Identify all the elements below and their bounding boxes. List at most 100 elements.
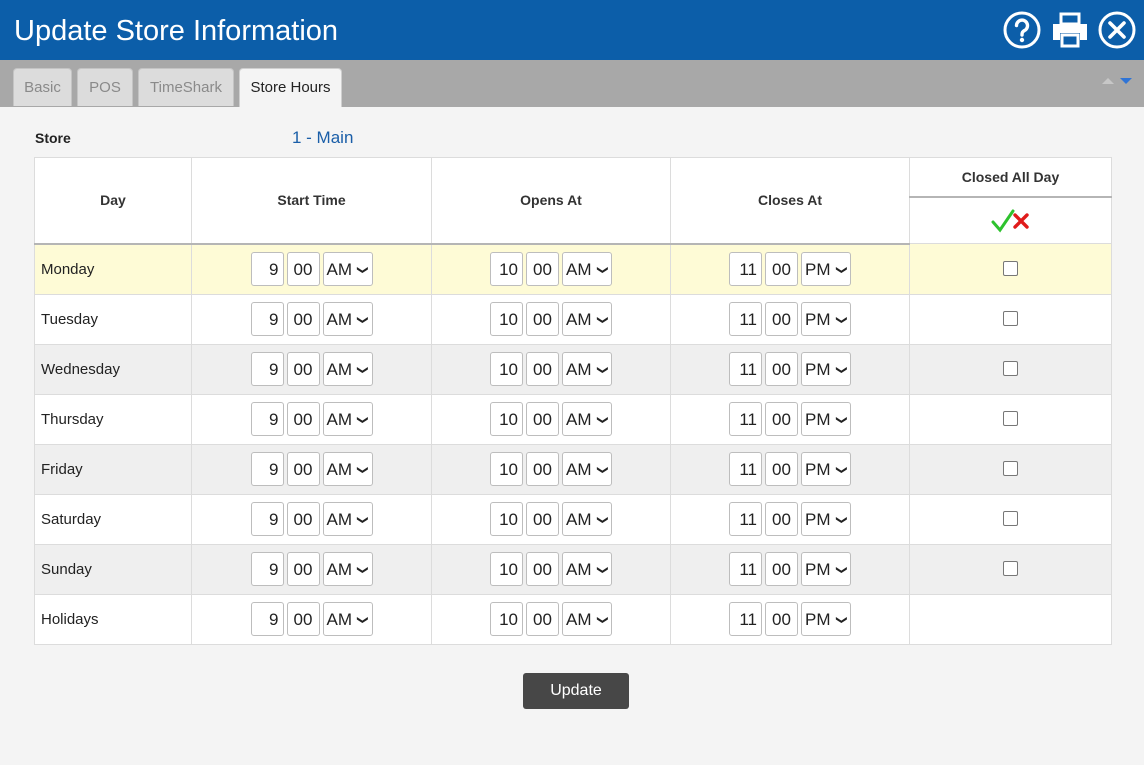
closes-ampm-select[interactable]: PM ❯ (801, 502, 851, 536)
start-minute-input[interactable]: 00 (286, 302, 320, 336)
start-hour-input[interactable]: 9 (250, 552, 284, 586)
clear-all-icon[interactable] (1011, 211, 1031, 231)
closes-minute-input[interactable]: 00 (765, 602, 798, 636)
tab-basic[interactable]: Basic (13, 68, 72, 106)
opens-hour-input[interactable]: 10 (490, 302, 523, 336)
closes-minute-input[interactable]: 00 (765, 252, 798, 286)
opens-hour-input[interactable]: 10 (490, 402, 523, 436)
start-hour-input[interactable]: 9 (250, 602, 284, 636)
closes-ampm-select[interactable]: PM ❯ (801, 602, 851, 636)
closes-minute-input[interactable]: 00 (765, 352, 798, 386)
closed-all-day-checkbox[interactable] (1003, 411, 1018, 427)
closes-ampm-select[interactable]: PM ❯ (801, 452, 851, 486)
start-hour-input[interactable]: 9 (250, 352, 284, 386)
opens-ampm-select[interactable]: AM ❯ (562, 402, 612, 436)
opens-minute-input[interactable]: 00 (526, 502, 559, 536)
start-hour-input[interactable]: 9 (250, 502, 284, 536)
opens-minute-input[interactable]: 00 (526, 302, 559, 336)
start-hour-input[interactable]: 9 (250, 252, 284, 286)
closes-minute-input[interactable]: 00 (765, 302, 798, 336)
closes-ampm-select[interactable]: PM ❯ (801, 552, 851, 586)
opens-hour-input[interactable]: 10 (490, 352, 523, 386)
chevron-down-icon: ❯ (356, 565, 369, 575)
closes-time-cell: 11 00 PM ❯ (670, 243, 910, 295)
closes-hour-input[interactable]: 11 (729, 502, 762, 536)
header-start-time: Start Time (191, 157, 432, 245)
tab-scroll-arrows[interactable] (1100, 74, 1136, 86)
closed-all-day-checkbox[interactable] (1003, 461, 1018, 477)
start-ampm-select[interactable]: AM ❯ (322, 602, 373, 636)
closes-minute-input[interactable]: 00 (765, 452, 798, 486)
chevron-down-icon: ❯ (356, 515, 369, 525)
start-hour-input[interactable]: 9 (250, 452, 284, 486)
closes-hour-input[interactable]: 11 (729, 302, 762, 336)
close-circle-icon[interactable] (1097, 10, 1137, 50)
opens-hour-input[interactable]: 10 (490, 552, 523, 586)
printer-icon[interactable] (1050, 10, 1090, 50)
start-minute-input[interactable]: 00 (286, 452, 320, 486)
opens-minute-input[interactable]: 00 (526, 252, 559, 286)
opens-ampm-select[interactable]: AM ❯ (562, 302, 612, 336)
opens-minute-input[interactable]: 00 (526, 552, 559, 586)
closes-hour-input[interactable]: 11 (729, 352, 762, 386)
closed-all-day-checkbox[interactable] (1003, 261, 1018, 277)
closed-all-day-checkbox[interactable] (1003, 311, 1018, 327)
closes-minute-input[interactable]: 00 (765, 402, 798, 436)
closes-hour-input[interactable]: 11 (729, 552, 762, 586)
day-cell: Holidays (34, 593, 192, 645)
opens-ampm-select[interactable]: AM ❯ (562, 552, 612, 586)
closed-all-day-checkbox[interactable] (1003, 511, 1018, 527)
opens-ampm-select[interactable]: AM ❯ (562, 352, 612, 386)
update-button[interactable]: Update (523, 673, 629, 709)
opens-hour-input[interactable]: 10 (490, 252, 523, 286)
closes-ampm-select[interactable]: PM ❯ (801, 252, 851, 286)
start-minute-input[interactable]: 00 (286, 602, 320, 636)
start-minute-input[interactable]: 00 (286, 402, 320, 436)
tab-pos[interactable]: POS (77, 68, 133, 106)
opens-time-cell: 10 00 AM ❯ (431, 293, 671, 345)
opens-hour-input[interactable]: 10 (490, 452, 523, 486)
start-minute-input[interactable]: 00 (286, 352, 320, 386)
opens-minute-input[interactable]: 00 (526, 452, 559, 486)
closes-hour-input[interactable]: 11 (729, 602, 762, 636)
day-row: Monday 9 00 AM ❯ 10 00 AM ❯ 11 00 PM ❯ (34, 243, 1112, 295)
closes-hour-input[interactable]: 11 (729, 452, 762, 486)
opens-hour-input[interactable]: 10 (490, 502, 523, 536)
opens-minute-input[interactable]: 00 (526, 602, 559, 636)
closed-all-day-checkbox[interactable] (1003, 361, 1018, 377)
start-hour-input[interactable]: 9 (250, 302, 284, 336)
start-ampm-select[interactable]: AM ❯ (322, 302, 373, 336)
scroll-down-icon (1120, 78, 1132, 84)
opens-hour-input[interactable]: 10 (490, 602, 523, 636)
opens-time-cell: 10 00 AM ❯ (431, 543, 671, 595)
opens-minute-input[interactable]: 00 (526, 352, 559, 386)
opens-minute-input[interactable]: 00 (526, 402, 559, 436)
opens-ampm-select[interactable]: AM ❯ (562, 252, 612, 286)
start-minute-input[interactable]: 00 (286, 552, 320, 586)
closes-time-cell: 11 00 PM ❯ (670, 593, 910, 645)
closes-ampm-select[interactable]: PM ❯ (801, 302, 851, 336)
start-ampm-select[interactable]: AM ❯ (322, 402, 373, 436)
opens-ampm-select[interactable]: AM ❯ (562, 502, 612, 536)
start-ampm-select[interactable]: AM ❯ (322, 552, 373, 586)
tab-store-hours[interactable]: Store Hours (239, 68, 342, 107)
closes-minute-input[interactable]: 00 (765, 502, 798, 536)
closes-hour-input[interactable]: 11 (729, 402, 762, 436)
opens-ampm-select[interactable]: AM ❯ (562, 452, 612, 486)
closes-hour-input[interactable]: 11 (729, 252, 762, 286)
closes-ampm-select[interactable]: PM ❯ (801, 352, 851, 386)
closed-all-day-checkbox[interactable] (1003, 561, 1018, 577)
closes-ampm-select[interactable]: PM ❯ (801, 402, 851, 436)
opens-ampm-select[interactable]: AM ❯ (562, 602, 612, 636)
start-minute-input[interactable]: 00 (286, 252, 320, 286)
start-ampm-select[interactable]: AM ❯ (322, 352, 373, 386)
help-circle-icon[interactable] (1002, 10, 1042, 50)
start-hour-input[interactable]: 9 (250, 402, 284, 436)
day-cell: Friday (34, 443, 192, 495)
start-minute-input[interactable]: 00 (286, 502, 320, 536)
closes-minute-input[interactable]: 00 (765, 552, 798, 586)
start-ampm-select[interactable]: AM ❯ (322, 452, 373, 486)
tab-timeshark[interactable]: TimeShark (138, 68, 234, 106)
start-ampm-select[interactable]: AM ❯ (322, 502, 373, 536)
start-ampm-select[interactable]: AM ❯ (322, 252, 373, 286)
